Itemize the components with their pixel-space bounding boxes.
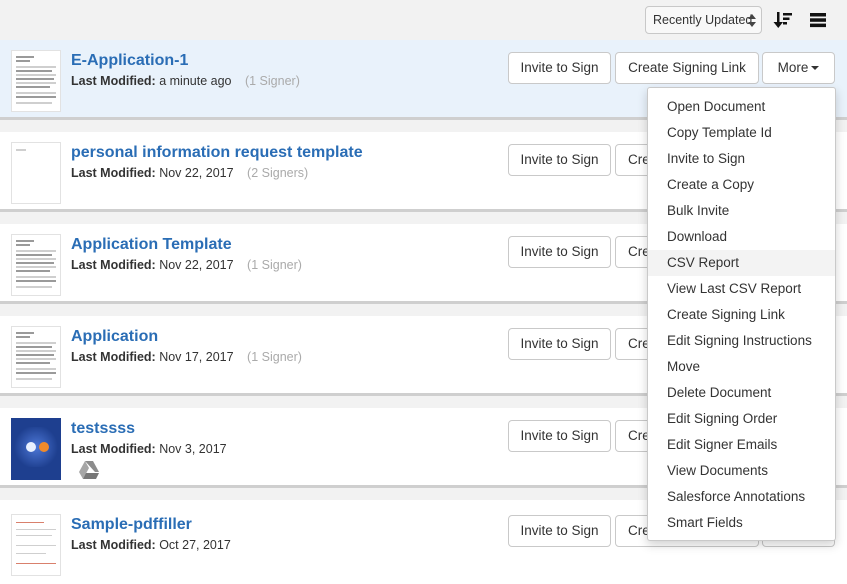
invite-to-sign-button[interactable]: Invite to Sign <box>508 52 611 84</box>
document-meta: Last Modified: Oct 27, 2017 <box>71 538 231 552</box>
document-title[interactable]: personal information request template <box>71 144 363 162</box>
last-modified-value: Nov 17, 2017 <box>159 350 234 364</box>
document-meta: Last Modified: Nov 17, 2017 (1 Signer) <box>71 350 302 364</box>
menu-item-view-last-csv-report[interactable]: View Last CSV Report <box>648 276 835 302</box>
invite-to-sign-button[interactable]: Invite to Sign <box>508 144 611 176</box>
document-thumbnail <box>11 142 61 204</box>
toolbar: Recently Updated <box>0 0 847 40</box>
last-modified-value: a minute ago <box>159 74 232 88</box>
menu-item-delete-document[interactable]: Delete Document <box>648 380 835 406</box>
menu-item-create-a-copy[interactable]: Create a Copy <box>648 172 835 198</box>
sort-select-value: Recently Updated <box>653 13 753 27</box>
last-modified-value: Nov 3, 2017 <box>159 442 227 456</box>
document-meta: Last Modified: Nov 22, 2017 (2 Signers) <box>71 166 308 180</box>
invite-to-sign-button[interactable]: Invite to Sign <box>508 515 611 547</box>
last-modified-value: Nov 22, 2017 <box>159 166 234 180</box>
document-thumbnail <box>11 50 61 112</box>
menu-item-invite-to-sign[interactable]: Invite to Sign <box>648 146 835 172</box>
menu-item-bulk-invite[interactable]: Bulk Invite <box>648 198 835 224</box>
create-signing-link-button[interactable]: Create Signing Link <box>615 52 759 84</box>
invite-to-sign-button[interactable]: Invite to Sign <box>508 236 611 268</box>
sort-select[interactable]: Recently Updated <box>645 6 762 34</box>
menu-item-copy-template-id[interactable]: Copy Template Id <box>648 120 835 146</box>
last-modified-label: Last Modified: <box>71 442 156 456</box>
document-meta: Last Modified: Nov 3, 2017 <box>71 442 227 456</box>
last-modified-label: Last Modified: <box>71 166 156 180</box>
more-dropdown-menu: Open Document Copy Template Id Invite to… <box>647 87 836 541</box>
menu-item-view-documents[interactable]: View Documents <box>648 458 835 484</box>
signer-count: (1 Signer) <box>247 350 302 364</box>
document-thumbnail <box>11 418 61 480</box>
document-meta: Last Modified: Nov 22, 2017 (1 Signer) <box>71 258 302 272</box>
caret-down-icon <box>811 66 820 71</box>
document-thumbnail <box>11 234 61 296</box>
invite-to-sign-button[interactable]: Invite to Sign <box>508 328 611 360</box>
signer-count: (2 Signers) <box>247 166 309 180</box>
google-drive-icon <box>79 461 99 479</box>
more-button-label: More <box>777 60 809 75</box>
signer-count: (1 Signer) <box>244 74 300 88</box>
document-thumbnail <box>11 326 61 388</box>
menu-item-edit-signer-emails[interactable]: Edit Signer Emails <box>648 432 835 458</box>
last-modified-value: Nov 22, 2017 <box>159 258 234 272</box>
menu-item-csv-report[interactable]: CSV Report <box>648 250 835 276</box>
last-modified-label: Last Modified: <box>71 74 156 88</box>
document-title[interactable]: testssss <box>71 420 135 438</box>
last-modified-label: Last Modified: <box>71 258 156 272</box>
document-title[interactable]: Application <box>71 328 158 346</box>
menu-item-create-signing-link[interactable]: Create Signing Link <box>648 302 835 328</box>
menu-item-edit-signing-instructions[interactable]: Edit Signing Instructions <box>648 328 835 354</box>
invite-to-sign-button[interactable]: Invite to Sign <box>508 420 611 452</box>
document-meta: Last Modified: a minute ago (1 Signer) <box>71 74 300 88</box>
menu-item-download[interactable]: Download <box>648 224 835 250</box>
menu-item-edit-signing-order[interactable]: Edit Signing Order <box>648 406 835 432</box>
sort-descending-icon[interactable] <box>773 10 793 30</box>
menu-item-open-document[interactable]: Open Document <box>648 94 835 120</box>
last-modified-value: Oct 27, 2017 <box>159 538 231 552</box>
list-view-icon[interactable] <box>810 12 826 28</box>
document-title[interactable]: E-Application-1 <box>71 52 188 70</box>
menu-item-salesforce-annotations[interactable]: Salesforce Annotations <box>648 484 835 510</box>
signer-count: (1 Signer) <box>247 258 302 272</box>
more-button[interactable]: More <box>762 52 835 84</box>
document-title[interactable]: Application Template <box>71 236 232 254</box>
menu-item-move[interactable]: Move <box>648 354 835 380</box>
document-title[interactable]: Sample-pdffiller <box>71 516 192 534</box>
last-modified-label: Last Modified: <box>71 350 156 364</box>
menu-item-smart-fields[interactable]: Smart Fields <box>648 510 835 536</box>
last-modified-label: Last Modified: <box>71 538 156 552</box>
select-arrows-icon <box>748 11 756 29</box>
document-thumbnail <box>11 514 61 576</box>
